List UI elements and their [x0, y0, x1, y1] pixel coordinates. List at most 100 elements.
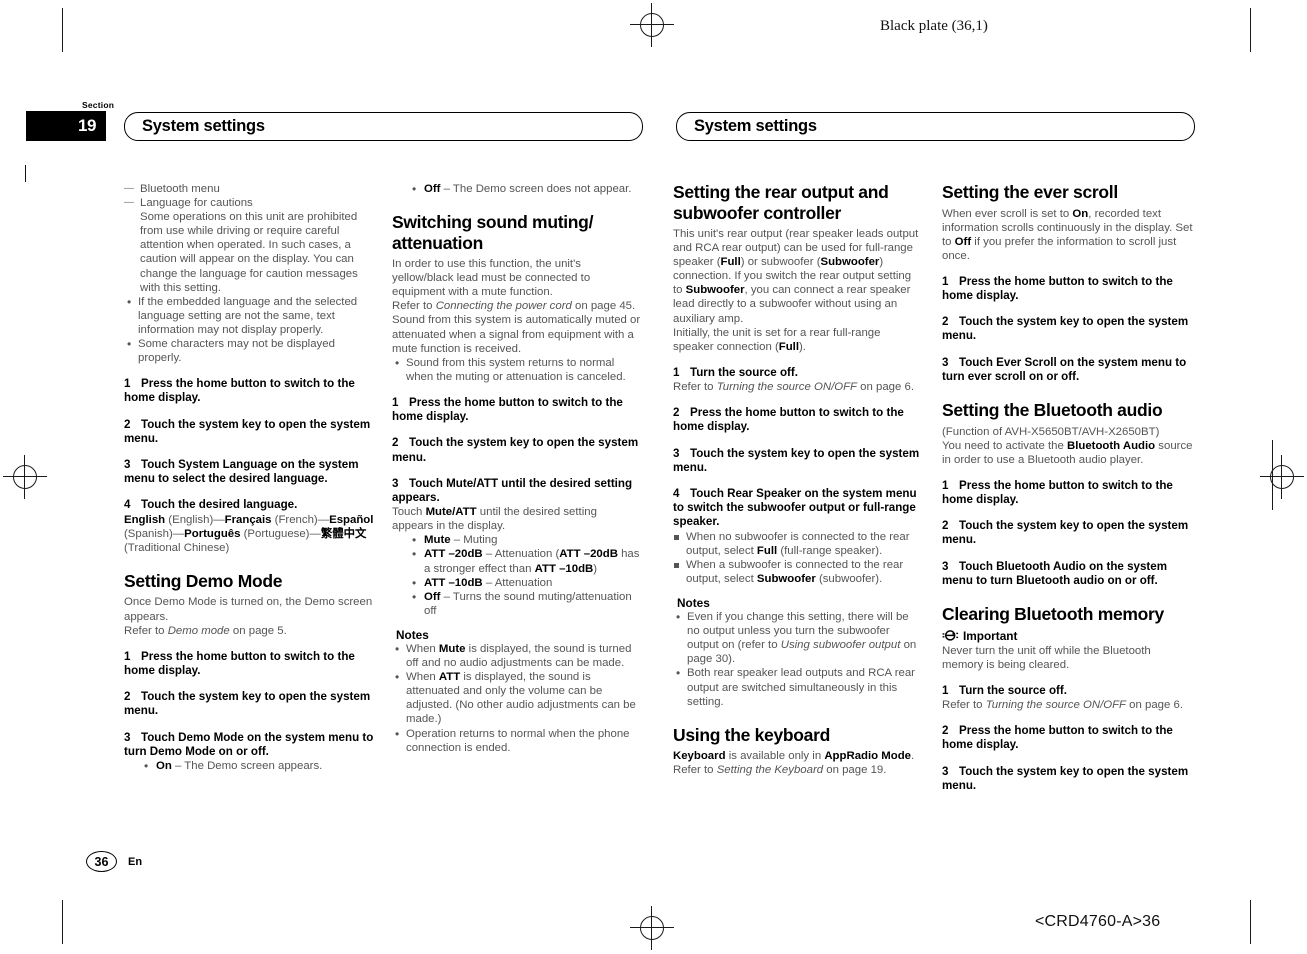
ever-text-c: if you prefer the information to scroll …: [942, 235, 1177, 262]
lang-espanol: Español: [329, 513, 374, 526]
step-number: 1: [124, 649, 131, 663]
step-text: Touch the system key to open the system …: [124, 417, 371, 445]
rear-step-4: 4 Touch Rear Speaker on the system menu t…: [673, 487, 922, 530]
registration-mark-top: [630, 3, 674, 47]
step-number: 4: [673, 486, 680, 500]
step-text: Touch Bluetooth Audio on the system menu…: [942, 559, 1168, 587]
page-number-badge: 36: [86, 851, 117, 872]
rear-output-paragraph-2: Initially, the unit is set for a rear fu…: [673, 326, 922, 354]
option-desc-3: ): [593, 562, 598, 575]
ever-step-2: 2 Touch the system key to open the system…: [942, 315, 1193, 343]
demo-step-2: 2 Touch the system key to open the system…: [124, 690, 374, 718]
step-number: 2: [392, 436, 399, 450]
list-item: Off – Turns the sound muting/attenuation…: [392, 590, 641, 618]
refer-prefix: Refer to: [673, 764, 717, 777]
dash-item-text: Bluetooth menu: [140, 183, 220, 195]
option-desc: – Turns the sound muting/attenuation off: [424, 590, 632, 617]
lang-chinese: 繁體中文: [320, 527, 367, 540]
step-text: Touch the system key to open the system …: [673, 446, 920, 474]
important-callout: Important: [942, 629, 1193, 643]
refer-suffix: on page 45.: [571, 300, 636, 313]
step-text: Press the home button to switch to the h…: [673, 406, 904, 434]
refer-italic-title: Demo mode: [167, 624, 230, 637]
mute-bullet-list: Sound from this system returns to normal…: [392, 356, 641, 384]
step-number: 3: [942, 559, 949, 573]
option-emph-att20: ATT –20dB: [559, 548, 618, 561]
list-item: Both rear speaker lead outputs and RCA r…: [673, 666, 922, 708]
mute-options-list: Mute – Muting ATT –20dB – Attenuation (A…: [392, 533, 641, 618]
list-item: ATT –20dB – Attenuation (ATT –20dB has a…: [392, 547, 641, 575]
section-label: Section: [82, 100, 115, 110]
step-text: Press the home button to switch to the h…: [392, 395, 623, 424]
ever-text-a: When ever scroll is set to: [942, 207, 1073, 220]
step-text: Touch the system key to open the system …: [392, 436, 639, 464]
step-number: 1: [124, 377, 131, 391]
section-number-badge: 19: [72, 111, 102, 141]
list-item: On – The Demo screen appears.: [124, 759, 374, 773]
refer-suffix: on page 6.: [857, 381, 915, 394]
rear-bold-full-2: Full: [778, 340, 799, 353]
step-number: 4: [124, 498, 131, 512]
ever-step-3: 3 Touch Ever Scroll on the system menu to…: [942, 356, 1193, 384]
step-number: 3: [392, 476, 399, 490]
heading-switching-sound-muting: Switching sound muting/ attenuation: [392, 212, 594, 253]
keyboard-text-a: is available only in: [725, 750, 825, 763]
bt-step-1: 1 Press the home button to switch to the …: [942, 479, 1193, 507]
option-desc: – The Demo screen does not appear.: [440, 183, 632, 195]
keyboard-text-b: .: [911, 750, 915, 763]
running-head-left-text: System settings: [142, 117, 265, 135]
trim-mark-mid-left: [1272, 440, 1273, 510]
rear-bold-full: Full: [720, 256, 741, 269]
refer-italic-title: Turning the source ON/OFF: [716, 381, 858, 394]
list-item: When ATT is displayed, the sound is atte…: [392, 670, 641, 726]
refer-suffix: on page 5.: [229, 624, 287, 637]
rear-init-text-a: Initially, the unit is set for a rear fu…: [673, 326, 881, 353]
dash-item-text: Language for cautions: [140, 197, 253, 210]
step-text: Press the home button to switch to the h…: [942, 724, 1173, 752]
step-number: 2: [942, 724, 949, 738]
rear-output-paragraph-1: This unit's rear output (rear speaker le…: [673, 227, 922, 326]
step-text: Touch the system key to open the system …: [942, 519, 1189, 547]
demo-on-option-list: On – The Demo screen appears.: [124, 759, 374, 773]
list-item: Mute – Muting: [392, 533, 641, 547]
step-text: Touch Demo Mode on the system menu to tu…: [124, 730, 374, 758]
column-2: Off – The Demo screen does not appear. S…: [392, 182, 641, 755]
refer-italic-title: Turning the source ON/OFF: [985, 699, 1127, 712]
rear-bold-subwoofer: Subwoofer: [820, 256, 880, 269]
step-text: Touch Rear Speaker on the system menu to…: [673, 486, 917, 529]
list-item: Even if you change this setting, there w…: [673, 610, 922, 666]
list-item: When no subwoofer is connected to the re…: [673, 530, 922, 558]
lang-portugues-after: (Portuguese)—: [240, 527, 321, 540]
lang-portugues: Português: [184, 527, 241, 540]
important-icon: [942, 630, 959, 641]
list-item: Sound from this system returns to normal…: [392, 356, 641, 384]
step-text: Touch Mute/ATT until the desired setting…: [392, 476, 633, 504]
rear-step-1-refer: Refer to Turning the source ON/OFF on pa…: [673, 380, 922, 394]
note-italic-title: Using subwoofer output: [780, 639, 901, 652]
bt-step-3: 3 Touch Bluetooth Audio on the system men…: [942, 560, 1193, 588]
keyboard-bold-label: Keyboard: [673, 750, 726, 763]
step-number: 1: [942, 274, 949, 288]
clear-step-3: 3 Touch the system key to open the system…: [942, 765, 1193, 793]
demo-step-1: 1 Press the home button to switch to the …: [124, 650, 374, 678]
rear-bold-subwoofer-2: Subwoofer: [685, 284, 745, 297]
notes-title: Notes: [396, 627, 429, 642]
step-text: Turn the source off.: [959, 683, 1067, 697]
list-item: If the embedded language and the selecte…: [124, 295, 374, 337]
step-text: Touch the system key to open the system …: [942, 315, 1189, 343]
demo-step-3: 3 Touch Demo Mode on the system menu to t…: [124, 731, 374, 759]
step-text: Touch the system key to open the system …: [942, 764, 1189, 792]
note-prefix: When: [406, 671, 439, 684]
step-number: 2: [673, 406, 680, 420]
keyboard-paragraph: Keyboard is available only in AppRadio M…: [673, 749, 922, 763]
mute-step-3: 3 Touch Mute/ATT until the desired settin…: [392, 477, 641, 505]
mute-notes-list: When Mute is displayed, the sound is tur…: [392, 642, 641, 755]
mute-intro-paragraph: In order to use this function, the unit'…: [392, 258, 591, 299]
step-2: 2 Touch the system key to open the system…: [124, 418, 374, 446]
demo-intro-paragraph: Once Demo Mode is turned on, the Demo sc…: [124, 596, 373, 623]
list-item: Bluetooth menu: [124, 182, 374, 196]
language-code: En: [128, 855, 143, 868]
note-bold-mute: Mute: [438, 643, 466, 655]
step-4: 4 Touch the desired language.: [124, 498, 374, 512]
mute-step-2: 2 Touch the system key to open the system…: [392, 436, 641, 464]
